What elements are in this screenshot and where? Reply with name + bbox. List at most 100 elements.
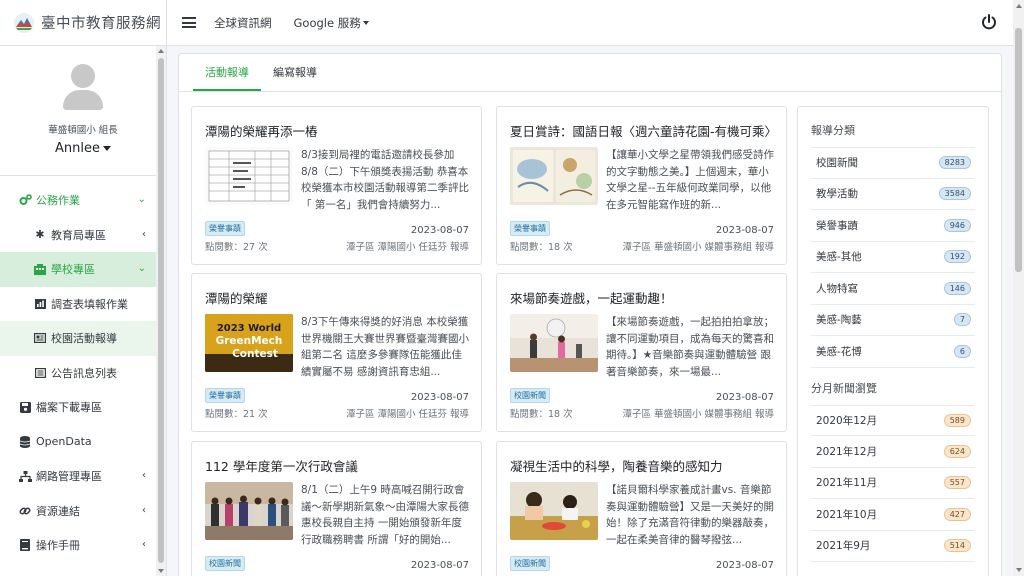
cogs-icon <box>18 193 32 207</box>
month-item[interactable]: 2021年11月 557 <box>811 468 975 499</box>
chevron-left-icon: ‹ <box>142 470 146 481</box>
news-date: 2023-08-07 <box>410 392 469 403</box>
news-excerpt: 8/3接到局裡的電話邀請校長參加8/8（二）下午頒獎表揚活動 恭喜本校榮獲本市校… <box>301 149 469 211</box>
caret-down-icon <box>102 146 111 151</box>
month-item[interactable]: 2021年12月 624 <box>811 436 975 468</box>
view-count: 點閱數：21 次 <box>205 409 268 420</box>
scrollbar-thumb[interactable] <box>1015 28 1022 272</box>
sidebar: 臺中市教育服務網 華盛頓國小 組長 Annlee 公務作業 ⌄ ✱ 教育局專區 … <box>0 0 167 576</box>
sidebar-item-official[interactable]: 公務作業 ⌄ <box>0 183 166 218</box>
news-thumbnail[interactable] <box>205 147 293 205</box>
global-site-link[interactable]: 全球資訊網 <box>214 15 272 31</box>
category-label: 榮譽事蹟 <box>816 219 858 232</box>
sidebar-item-school[interactable]: 學校專區 ⌄ <box>0 252 166 287</box>
category-item[interactable]: 人物特寫 146 <box>811 273 975 305</box>
brand[interactable]: 臺中市教育服務網 <box>0 0 166 46</box>
count-badge: 427 <box>943 507 971 521</box>
news-excerpt: 【讓華小文學之星帶領我們感受詩作的文字動態之美。】上個週末，華小文學之星--五年… <box>606 149 774 211</box>
sidebar-item-survey[interactable]: 調查表填報作業 <box>0 287 166 322</box>
chevron-left-icon: ‹ <box>142 539 146 550</box>
sidebar-item-opendata[interactable]: OpenData <box>0 425 166 460</box>
category-label: 教學活動 <box>816 188 858 201</box>
news-thumbnail[interactable]: 2023 World GreenMech Contest <box>205 314 293 372</box>
category-list: 校園新聞 8283 教學活動 3584 榮譽事蹟 946 美感-其他 192 人物特寫 1… <box>811 147 975 368</box>
month-item[interactable]: 2021年9月 514 <box>811 531 975 562</box>
news-card[interactable]: 112 學年度第一次行政會議 8/1（二）上午9 時高喊召開行政會議～新學期新氣… <box>191 441 482 576</box>
news-thumbnail[interactable] <box>510 482 598 540</box>
month-item[interactable]: 2021年10月 427 <box>811 499 975 531</box>
month-item[interactable]: 2020年12月 589 <box>811 404 975 436</box>
category-label: 美感-陶藝 <box>816 314 862 327</box>
month-label: 2021年11月 <box>816 477 878 490</box>
news-author: 潭子區 華盛頓國小 媒體事務組 報導 <box>622 409 774 420</box>
sidebar-item-downloads[interactable]: 檔案下載專區 <box>0 390 166 425</box>
news-thumbnail[interactable] <box>205 482 293 540</box>
user-menu[interactable]: Annlee <box>0 141 166 156</box>
contest-line2: GreenMech <box>216 335 283 347</box>
news-title[interactable]: 潭陽的榮耀再添一樁 <box>205 121 318 140</box>
news-date: 2023-08-07 <box>410 560 469 571</box>
sidebar-item-campus-report[interactable]: 校園活動報導 <box>0 321 166 356</box>
tab-activity-reports[interactable]: 活動報導 <box>193 64 261 91</box>
news-date: 2023-08-07 <box>715 225 774 236</box>
category-item[interactable]: 榮譽事蹟 946 <box>811 210 975 242</box>
news-date: 2023-08-07 <box>715 392 774 403</box>
brand-name: 臺中市教育服務網 <box>41 16 161 32</box>
category-item[interactable]: 美感-其他 192 <box>811 242 975 273</box>
sidebar-item-label: 檔案下載專區 <box>36 401 102 415</box>
sidebar-item-label: 操作手冊 <box>36 539 80 553</box>
sitemap-icon <box>18 469 32 483</box>
scrollbar-thumb[interactable] <box>158 58 164 563</box>
count-badge: 7 <box>953 313 971 327</box>
news-card[interactable]: 來場節奏遊戲，一起運動趣！ 【來場節奏遊戲，一起拍拍拍拿放；讓不同運動項目，成為… <box>496 273 787 432</box>
chart-icon <box>33 297 47 311</box>
news-author: 潭子區 潭陽國小 任廷芬 報導 <box>345 242 469 253</box>
chevron-down-icon: ⌄ <box>137 194 146 205</box>
news-title[interactable]: 112 學年度第一次行政會議 <box>205 456 358 475</box>
news-title[interactable]: 來場節奏遊戲，一起運動趣！ <box>510 288 673 307</box>
book-icon <box>18 538 32 552</box>
sidebar-item-network[interactable]: 網路管理專區 ‹ <box>0 459 166 494</box>
news-card[interactable]: 夏日賞詩：國語日報〈週六童詩花園-有機可乘〉 【讓華小文學之星帶領我們感受詩作的… <box>496 106 787 265</box>
sidebar-item-label: 公告訊息列表 <box>51 366 117 380</box>
logo-icon <box>14 12 34 33</box>
contest-line1: 2023 World <box>217 323 281 334</box>
sidebar-item-label: OpenData <box>36 435 92 449</box>
view-count: 點閱數：18 次 <box>510 409 573 420</box>
count-badge: 589 <box>943 413 971 427</box>
category-item[interactable]: 教學活動 3584 <box>811 179 975 210</box>
sidebar-item-resources[interactable]: 資源連結 ‹ <box>0 494 166 529</box>
contest-line3: Contest <box>232 348 278 360</box>
news-thumbnail[interactable] <box>510 314 598 372</box>
tab-write-report[interactable]: 編寫報導 <box>261 64 329 91</box>
category-badge: 榮譽事蹟 <box>205 221 245 236</box>
chevron-left-icon: ‹ <box>142 504 146 516</box>
category-label: 美感-其他 <box>816 251 862 264</box>
news-card[interactable]: 潭陽的榮耀 2023 World GreenMech Contest 8/3下午… <box>191 273 482 432</box>
view-count: 點閱數：18 次 <box>510 242 573 253</box>
google-services-dropdown[interactable]: Google 服務 <box>294 15 369 31</box>
news-date: 2023-08-07 <box>410 225 469 236</box>
sidebar-scrollbar[interactable] <box>156 46 166 576</box>
month-label: 2021年10月 <box>816 508 878 521</box>
sidebar-item-manual[interactable]: 操作手冊 ‹ <box>0 528 166 563</box>
news-title[interactable]: 凝視生活中的科學，陶養音樂的感知力 <box>510 456 723 475</box>
link-icon <box>18 504 32 518</box>
user-name: Annlee <box>55 141 100 156</box>
news-thumbnail[interactable] <box>510 147 598 205</box>
category-item[interactable]: 校園新聞 8283 <box>811 147 975 179</box>
category-item[interactable]: 美感-花博 6 <box>811 336 975 368</box>
news-title[interactable]: 夏日賞詩：國語日報〈週六童詩花園-有機可乘〉 <box>510 121 777 140</box>
chevron-left-icon: ‹ <box>142 228 146 240</box>
page-scrollbar[interactable] <box>1013 0 1024 576</box>
power-icon[interactable] <box>980 13 998 31</box>
news-card[interactable]: 凝視生活中的科學，陶養音樂的感知力 【諾貝爾科學家養成計畫vs. 音樂節奏與運動… <box>496 441 787 576</box>
menu-icon[interactable] <box>182 17 196 28</box>
category-item[interactable]: 美感-陶藝 7 <box>811 305 975 336</box>
sidebar-item-edu-bureau[interactable]: ✱ 教育局專區 ‹ <box>0 218 166 253</box>
sidebar-item-label: 公務作業 <box>36 194 80 208</box>
sidebar-item-announcements[interactable]: 公告訊息列表 <box>0 356 166 391</box>
newspaper-icon <box>33 331 47 345</box>
news-card[interactable]: 潭陽的榮耀再添一樁 8/3接到局裡的電話邀請校長參加8/8（二）下午頒獎表揚活動… <box>191 106 482 265</box>
news-title[interactable]: 潭陽的榮耀 <box>205 288 268 307</box>
